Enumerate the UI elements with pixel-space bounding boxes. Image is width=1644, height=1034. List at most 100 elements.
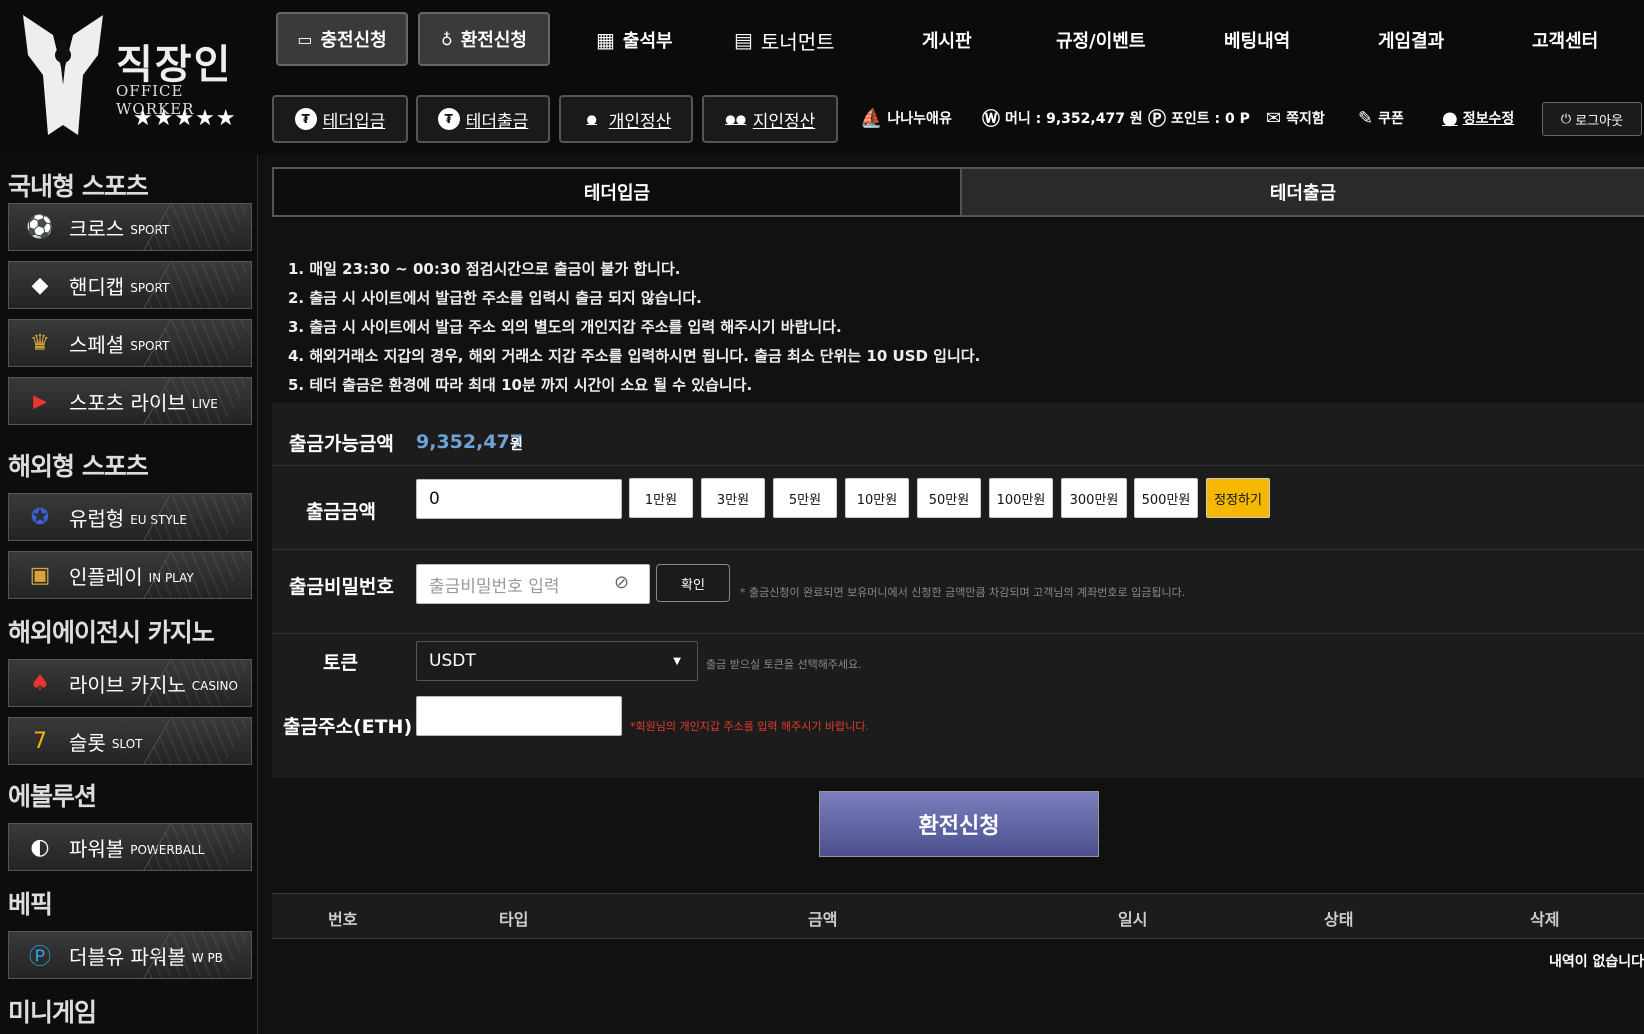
won-icon: Ⓦ (982, 109, 1000, 130)
message-link[interactable]: ✉ 쪽지함 (1266, 106, 1325, 130)
nav-rules-label: 규정/이벤트 (1056, 31, 1146, 52)
logout-button[interactable]: ⏻ 로그아웃 (1542, 102, 1642, 136)
available-label: 출금가능금액 (289, 433, 394, 455)
notice-item: 4. 해외거래소 지갑의 경우, 해외 거래소 지갑 주소를 입력하시면 됩니다… (288, 347, 981, 365)
amount-100k-button[interactable]: 10만원 (845, 478, 909, 518)
sidebar-item-handicap[interactable]: ◆ 핸디캡 SPORT (8, 261, 252, 309)
password-label: 출금비밀번호 (289, 576, 394, 598)
address-label: 출금주소(ETH) (283, 716, 413, 738)
row-password: 출금비밀번호 출금비밀번호 입력 ⊘ 확인 * 출금신청이 완료되면 보유머니에… (272, 550, 1644, 634)
col-datetime: 일시 (1118, 910, 1148, 929)
point-icon: Ⓟ (1148, 109, 1166, 130)
withdraw-request-button[interactable]: ♁ 환전신청 (418, 12, 550, 66)
token-select[interactable]: USDT ▼ (416, 641, 698, 681)
amount-input[interactable]: 0 (416, 479, 622, 519)
suit-logo-icon (23, 15, 103, 135)
user-nickname: ⛵ 나나누애유 (860, 106, 952, 130)
money-bag-icon: ♁ (441, 29, 453, 49)
sidebar-item-in-play[interactable]: ▣ 인플레이 IN PLAY (8, 551, 252, 599)
sidebar-item-en: SPORT (130, 281, 170, 295)
nav-customer-center[interactable]: 고객센터 (1532, 22, 1598, 58)
tether-deposit-button[interactable]: ₮ 테더입금 (272, 95, 408, 143)
row-amount: 출금금액 0 1만원 3만원 5만원 10만원 50만원 100만원 300만원… (272, 466, 1644, 550)
nav-board[interactable]: 게시판 (922, 22, 972, 58)
handicap-icon: ◆ (31, 272, 49, 298)
tab-bar: 테더입금 테더출금 (272, 167, 1644, 217)
section-domestic-sports: 국내형 스포츠 (8, 172, 149, 201)
level-icon: ⛵ (860, 107, 883, 129)
nav-tournament[interactable]: ▤ 토너먼트 (734, 22, 835, 58)
withdraw-submit-button[interactable]: 환전신청 (819, 791, 1099, 857)
amount-500k-button[interactable]: 50만원 (917, 478, 981, 518)
available-unit: 원 (510, 437, 523, 453)
trophy-icon: ♛ (30, 330, 50, 356)
withdraw-request-label: 환전신청 (460, 30, 527, 51)
people-icon: ●● (725, 112, 747, 126)
amount-30k-button[interactable]: 3만원 (701, 478, 765, 518)
personal-settlement-label: 개인정산 (608, 111, 672, 132)
token-label: 토큰 (323, 652, 358, 674)
sidebar-item-cross[interactable]: ⚽ 크로스 SPORT (8, 203, 252, 251)
message-text: 쪽지함 (1286, 111, 1325, 127)
site-logo[interactable]: 직장인 OFFICE WORKER ★★★★★ (18, 10, 248, 140)
nav-attendance[interactable]: ▦ 출석부 (596, 22, 673, 58)
coupon-icon: ✎ (1358, 107, 1374, 129)
nav-board-label: 게시판 (922, 31, 972, 52)
sidebar-item-eu-style[interactable]: ✪ 유럽형 EU STYLE (8, 493, 252, 541)
coupon-link[interactable]: ✎ 쿠폰 (1358, 106, 1404, 130)
star-rating: ★★★★★ (133, 106, 237, 131)
col-status: 상태 (1324, 910, 1354, 929)
sidebar-item-en: SLOT (111, 737, 143, 751)
sidebar-item-en: W PB (191, 951, 223, 965)
sidebar-item-label: 핸디캡 (69, 274, 125, 299)
nav-game-results[interactable]: 게임결과 (1378, 22, 1444, 58)
sidebar-item-special[interactable]: ♛ 스페셜 SPORT (8, 319, 252, 367)
address-hint: *회원님의 개인지갑 주소를 입력 해주시기 바랍니다. (630, 720, 869, 733)
nav-rules-events[interactable]: 규정/이벤트 (1056, 22, 1145, 58)
notice-item: 1. 매일 23:30 ~ 00:30 점검시간으로 출금이 불가 합니다. (288, 260, 681, 278)
user-icon: ● (1442, 107, 1458, 129)
sidebar-item-slot[interactable]: 7 슬롯 SLOT (8, 717, 252, 765)
profile-link[interactable]: ● 정보수정 (1442, 106, 1514, 130)
tab-tether-deposit[interactable]: 테더입금 (272, 167, 962, 217)
amount-label: 출금금액 (306, 501, 376, 523)
point-text: 포인트 : 0 P (1171, 111, 1250, 127)
available-amount: 9,352,477 (416, 431, 523, 453)
sidebar-item-sports-live[interactable]: ▶ 스포츠 라이브 LIVE (8, 377, 252, 425)
nav-attendance-label: 출석부 (622, 31, 673, 52)
tether-withdraw-button[interactable]: ₮ 테더출금 (416, 95, 550, 143)
col-type: 타입 (499, 910, 529, 929)
tether-icon: ₮ (294, 108, 317, 130)
amount-3m-button[interactable]: 300만원 (1061, 478, 1127, 518)
deposit-request-button[interactable]: ▭ 충전신청 (276, 12, 408, 66)
amount-1m-button[interactable]: 100만원 (989, 478, 1053, 518)
nav-bet-history[interactable]: 베팅내역 (1224, 22, 1290, 58)
sidebar-item-label: 스포츠 라이브 (69, 390, 186, 415)
address-input[interactable] (416, 696, 622, 736)
sidebar-item-label: 유럽형 (69, 506, 125, 531)
cards-icon: ♠ (30, 670, 50, 696)
friend-settlement-button[interactable]: ●● 지인정산 (702, 95, 838, 143)
amount-10k-button[interactable]: 1만원 (629, 478, 693, 518)
eye-slash-icon[interactable]: ⊘ (614, 572, 629, 593)
user-money: Ⓦ 머니 : 9,352,477 원 (982, 106, 1143, 130)
deposit-request-label: 충전신청 (320, 30, 387, 51)
password-confirm-button[interactable]: 확인 (656, 564, 730, 602)
amount-50k-button[interactable]: 5만원 (773, 478, 837, 518)
soccer-icon: ⚽ (26, 214, 54, 240)
sidebar-item-label: 크로스 (69, 216, 125, 241)
sidebar-item-label: 스페셜 (69, 332, 125, 357)
user-point: Ⓟ 포인트 : 0 P (1148, 106, 1250, 130)
amount-reset-button[interactable]: 정정하기 (1206, 478, 1270, 518)
sidebar-item-en: SPORT (130, 223, 170, 237)
amount-5m-button[interactable]: 500만원 (1134, 478, 1198, 518)
profile-text: 정보수정 (1462, 111, 1515, 127)
col-delete: 삭제 (1530, 910, 1560, 929)
sidebar-item-w-powerball[interactable]: Ⓟ 더블유 파워볼 W PB (8, 931, 252, 979)
personal-settlement-button[interactable]: ● 개인정산 (559, 95, 693, 143)
sidebar-item-powerball[interactable]: ◐ 파워볼 POWERBALL (8, 823, 252, 871)
money-text: 머니 : 9,352,477 원 (1005, 111, 1143, 127)
section-overseas-casino: 해외에이전시 카지노 (8, 618, 215, 647)
sidebar-item-live-casino[interactable]: ♠ 라이브 카지노 CASINO (8, 659, 252, 707)
tab-tether-withdraw[interactable]: 테더출금 (962, 167, 1644, 217)
